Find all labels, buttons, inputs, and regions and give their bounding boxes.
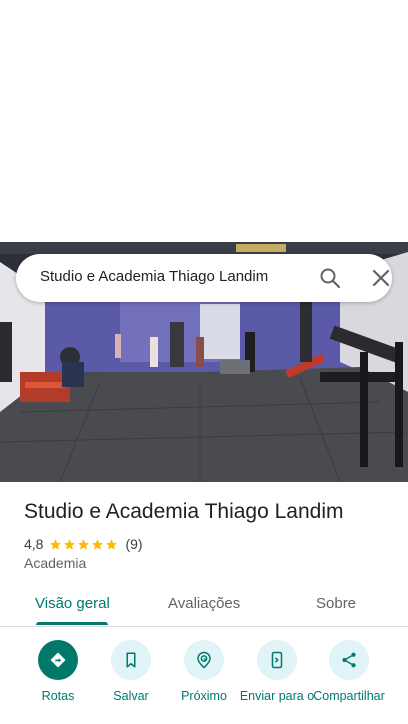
- place-category: Academia: [24, 555, 87, 571]
- tab-about[interactable]: Sobre: [316, 595, 356, 612]
- save-button[interactable]: Salvar: [91, 640, 171, 704]
- review-count[interactable]: (9): [125, 536, 142, 552]
- share-button[interactable]: Compartilhar: [309, 640, 389, 704]
- search-input[interactable]: Studio e Academia Thiago Landim: [40, 268, 290, 285]
- send-to-phone-icon: [257, 640, 297, 680]
- search-bar[interactable]: Studio e Academia Thiago Landim: [16, 254, 392, 302]
- star-icon: [78, 538, 90, 550]
- directions-button[interactable]: Rotas: [18, 640, 98, 704]
- map-blank-area: [0, 0, 408, 242]
- nearby-label: Próximo: [181, 689, 227, 703]
- send-to-phone-label: Enviar para o: [239, 689, 315, 703]
- bookmark-icon: [111, 640, 151, 680]
- nearby-button[interactable]: Próximo: [164, 640, 244, 704]
- search-icon[interactable]: [318, 266, 342, 290]
- save-label: Salvar: [113, 689, 149, 703]
- place-title: Studio e Academia Thiago Landim: [24, 500, 344, 523]
- tab-overview[interactable]: Visão geral: [35, 595, 110, 612]
- directions-label: Rotas: [41, 689, 75, 703]
- star-icon: [64, 538, 76, 550]
- share-icon: [329, 640, 369, 680]
- star-icon: [92, 538, 104, 550]
- star-rating: [49, 538, 119, 551]
- tab-reviews[interactable]: Avaliações: [168, 595, 240, 612]
- nearby-icon: [184, 640, 224, 680]
- active-tab-indicator: [36, 622, 108, 625]
- action-buttons: Rotas Salvar Próximo Enviar para o Compa…: [0, 640, 408, 724]
- rating-value: 4,8: [24, 536, 44, 552]
- tab-bar: Visão geral Avaliações Sobre: [0, 582, 408, 627]
- star-icon: [50, 538, 62, 550]
- send-to-phone-button[interactable]: Enviar para o: [237, 640, 317, 704]
- directions-icon: [38, 640, 78, 680]
- rating-row[interactable]: 4,8 (9): [24, 535, 143, 553]
- share-label: Compartilhar: [313, 689, 385, 703]
- close-icon[interactable]: [369, 266, 393, 290]
- star-icon: [106, 538, 118, 550]
